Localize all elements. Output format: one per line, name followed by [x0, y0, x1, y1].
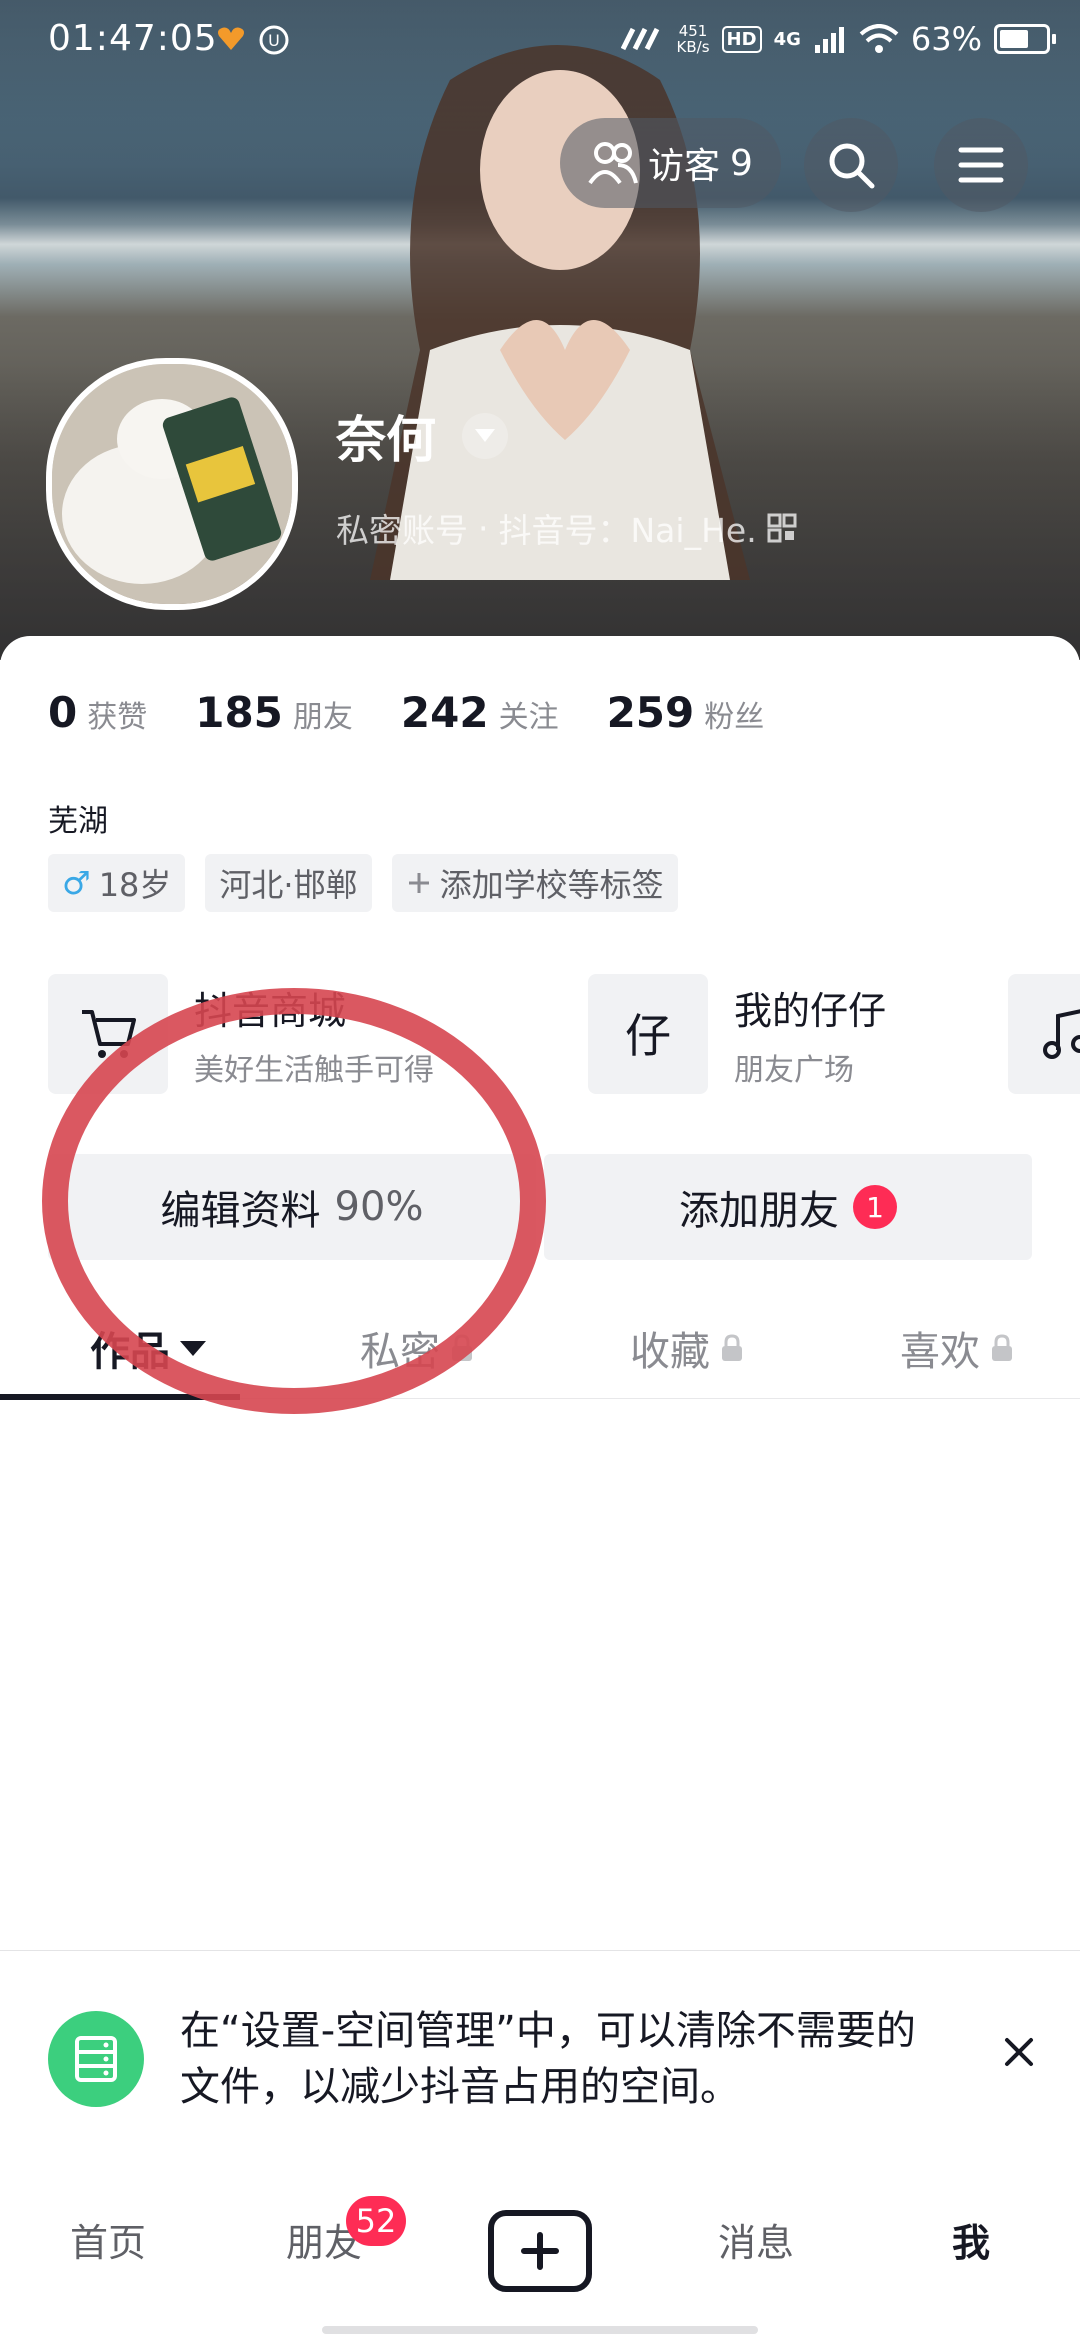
lock-icon	[992, 1334, 1012, 1361]
add-friend-label: 添加朋友	[679, 1188, 839, 1234]
hamburger-menu-icon	[958, 147, 1004, 183]
stats-row: 0 获赞 185 朋友 242 关注 259 粉丝	[48, 688, 812, 737]
tab-favorites[interactable]: 收藏	[630, 1298, 744, 1398]
add-friend-badge: 1	[853, 1185, 897, 1229]
storage-icon	[48, 2011, 144, 2107]
menu-button[interactable]	[934, 118, 1028, 212]
battery-percent: 63%	[910, 20, 982, 58]
cover-person-illustration	[370, 45, 750, 580]
card-zaizai-subtitle: 朋友广场	[734, 1052, 854, 1088]
signal-hd-icon	[620, 27, 659, 51]
zaizai-icon: 仔	[588, 974, 708, 1094]
qr-code-icon[interactable]	[767, 513, 797, 543]
account-info[interactable]: 私密账号 · 抖音号：Nai_He.	[336, 504, 797, 552]
nav-home[interactable]: 首页	[70, 2212, 146, 2267]
douyin-id: 抖音号：Nai_He.	[498, 511, 757, 550]
account-type: 私密账号	[336, 511, 468, 550]
status-bar: 01:47:05 U 451 KB/s HD 4G 63%	[0, 0, 1080, 90]
bio-text[interactable]: 芜湖	[48, 796, 108, 840]
search-icon	[829, 143, 875, 189]
profile-name: 奈何	[336, 411, 436, 469]
hd-badge: HD	[721, 25, 762, 53]
profile-name-row[interactable]: 奈何	[336, 400, 508, 472]
visitors-count: 9	[730, 142, 753, 184]
storage-tip-banner[interactable]: 在“设置-空间管理”中，可以清除不需要的文件，以减少抖音占用的空间。	[0, 1950, 1080, 2168]
net-speed: 451 KB/s	[676, 22, 710, 56]
visitors-icon	[588, 142, 638, 185]
svg-text:仔: 仔	[625, 1009, 671, 1062]
account-switch-button[interactable]	[462, 413, 508, 459]
cellular-signal-icon	[814, 27, 844, 53]
search-button[interactable]	[804, 118, 898, 212]
tag-location[interactable]: 河北·邯郸	[205, 854, 372, 912]
annotation-circle	[42, 988, 546, 1414]
svg-text:U: U	[268, 31, 280, 50]
card-zaizai-title: 我的仔仔	[734, 988, 887, 1033]
battery-icon	[994, 24, 1056, 54]
add-friend-button[interactable]: 添加朋友 1	[544, 1154, 1032, 1260]
network-type: 4G	[773, 28, 801, 50]
status-time: 01:47:05	[48, 18, 218, 59]
stat-followers[interactable]: 259 粉丝	[607, 688, 765, 737]
caret-down-icon	[475, 429, 495, 442]
plus-icon	[521, 2232, 559, 2270]
avatar[interactable]	[46, 358, 298, 610]
separator-dot: ·	[478, 508, 489, 548]
stat-likes[interactable]: 0 获赞	[48, 688, 147, 737]
plus-icon	[408, 873, 429, 893]
stat-following[interactable]: 242 关注	[401, 688, 559, 737]
card-zaizai[interactable]: 仔 我的仔仔朋友广场	[588, 974, 886, 1094]
male-icon: ♂	[62, 864, 91, 902]
lock-icon	[722, 1334, 742, 1361]
profile-cover-photo[interactable]: 01:47:05 U 451 KB/s HD 4G 63% 访客 9 奈何 私密…	[0, 0, 1080, 660]
nav-messages[interactable]: 消息	[718, 2212, 794, 2267]
music-note-icon	[1008, 974, 1080, 1094]
app-notification-icon	[218, 27, 244, 50]
create-button[interactable]	[488, 2210, 592, 2292]
close-icon[interactable]	[1002, 2035, 1036, 2069]
tab-likes[interactable]: 喜欢	[900, 1298, 1014, 1398]
bottom-nav: 首页 朋友 52 消息 我	[0, 2166, 1080, 2340]
wifi-icon	[859, 24, 899, 53]
tag-gender-age[interactable]: ♂ 18岁	[48, 854, 186, 912]
home-indicator	[322, 2326, 758, 2334]
tag-add-school[interactable]: 添加学校等标签	[391, 854, 678, 912]
card-music[interactable]	[1008, 974, 1080, 1094]
profile-tags: ♂ 18岁 河北·邯郸 添加学校等标签	[48, 854, 678, 912]
visitors-button[interactable]: 访客 9	[560, 118, 781, 208]
notification-icon: U	[259, 25, 289, 55]
visitors-label: 访客	[648, 146, 721, 187]
avatar-cat-image	[52, 364, 292, 604]
nav-me[interactable]: 我	[952, 2212, 990, 2267]
friends-badge: 52	[346, 2196, 406, 2246]
stat-friends[interactable]: 185 朋友	[195, 688, 353, 737]
storage-tip-text: 在“设置-空间管理”中，可以清除不需要的文件，以减少抖音占用的空间。	[180, 2008, 916, 2110]
